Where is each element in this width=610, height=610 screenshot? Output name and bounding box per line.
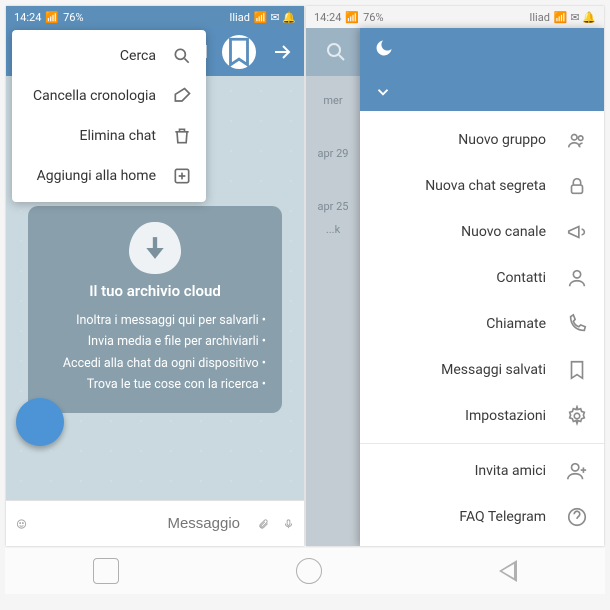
drawer-list: Nuovo gruppo Nuova chat segreta Nuovo ca…: [360, 111, 604, 546]
menu-label: Cerca: [120, 48, 156, 64]
phone-icon: [566, 313, 588, 335]
person-add-icon: [566, 460, 588, 482]
drawer-label: Contatti: [496, 270, 546, 286]
status-battery: 76%: [63, 11, 83, 24]
drawer-new-group[interactable]: Nuovo gruppo: [360, 117, 604, 163]
status-carrier: Iliad: [229, 11, 250, 24]
drawer-saved-messages[interactable]: Messaggi salvati: [360, 347, 604, 393]
help-icon: [566, 506, 588, 528]
nav-back[interactable]: [499, 560, 517, 582]
menu-label: Elimina chat: [79, 128, 156, 144]
overflow-menu: Cerca Cancella cronologia Elimina chat A…: [12, 30, 206, 202]
menu-search[interactable]: Cerca: [12, 36, 206, 76]
person-icon: [566, 267, 588, 289]
group-icon: [566, 129, 588, 151]
navigation-drawer: Nuovo gruppo Nuova chat segreta Nuovo ca…: [360, 28, 604, 546]
menu-clear-history[interactable]: Cancella cronologia: [12, 76, 206, 116]
menu-delete-chat[interactable]: Elimina chat: [12, 116, 206, 156]
mic-icon[interactable]: [283, 513, 294, 535]
drawer-calls[interactable]: Chiamate: [360, 301, 604, 347]
saved-messages-avatar[interactable]: [222, 35, 256, 69]
cloud-info-card: Il tuo archivio cloud Inoltra i messaggi…: [28, 206, 282, 413]
lock-icon: [566, 175, 588, 197]
drawer-label: Impostazioni: [465, 408, 546, 424]
drawer-label: FAQ Telegram: [459, 509, 546, 525]
drawer-header: [360, 28, 604, 111]
status-bar: 14:24 📶 76% Iliad 📶 ✉ 🔔: [6, 6, 304, 28]
drawer-label: Chiamate: [486, 316, 546, 332]
cloud-item: Inoltra i messaggi qui per salvarli: [44, 310, 266, 331]
cloud-download-icon: [129, 222, 181, 274]
broom-icon: [172, 86, 192, 106]
drawer-new-channel[interactable]: Nuovo canale: [360, 209, 604, 255]
status-carrier: Iliad: [529, 11, 550, 24]
menu-label: Cancella cronologia: [33, 88, 156, 104]
android-nav-bar: [5, 548, 605, 594]
chat-snippet: k...: [326, 223, 340, 236]
date-label: 25 apr: [318, 200, 349, 213]
drawer-secret-chat[interactable]: Nuova chat segreta: [360, 163, 604, 209]
drawer-label: Nuova chat segreta: [425, 178, 546, 194]
chat-list-dates: mer 29 apr 25 apr k...: [306, 28, 360, 546]
message-input[interactable]: [41, 515, 244, 532]
trash-icon: [172, 126, 192, 146]
moon-icon[interactable]: [374, 38, 394, 58]
date-label: 29 apr: [318, 147, 349, 160]
cloud-title: Il tuo archivio cloud: [44, 282, 266, 300]
phone-left: 14:24 📶 76% Iliad 📶 ✉ 🔔 M: [6, 6, 304, 546]
menu-label: Aggiungi alla home: [37, 168, 156, 184]
status-battery: 76%: [363, 11, 383, 24]
drawer-label: Invita amici: [475, 463, 546, 479]
menu-add-home[interactable]: Aggiungi alla home: [12, 156, 206, 196]
search-icon: [172, 46, 192, 66]
drawer-contacts[interactable]: Contatti: [360, 255, 604, 301]
add-home-icon: [172, 166, 192, 186]
drawer-settings[interactable]: Impostazioni: [360, 393, 604, 439]
compose-fab[interactable]: [16, 398, 64, 446]
date-label: mer: [323, 94, 342, 107]
nav-home[interactable]: [296, 558, 322, 584]
nav-recents[interactable]: [93, 558, 119, 584]
bookmark-icon: [566, 359, 588, 381]
message-input-bar: [6, 500, 304, 546]
cloud-item: Invia media e file per archiviarli: [44, 331, 266, 352]
cloud-item: Accedi alla chat da ogni dispositivo: [44, 353, 266, 374]
back-icon[interactable]: [270, 40, 294, 64]
drawer-label: Nuovo canale: [461, 224, 546, 240]
status-time: 14:24: [314, 11, 341, 24]
status-time: 14:24: [14, 11, 41, 24]
phone-right: 14:24 📶 76% Iliad 📶 ✉ 🔔 mer 29 apr 25 ap…: [306, 6, 604, 546]
divider: [360, 443, 604, 444]
status-bar: 14:24 📶 76% Iliad 📶 ✉ 🔔: [306, 6, 604, 28]
drawer-invite[interactable]: Invita amici: [360, 448, 604, 494]
attach-icon[interactable]: [258, 513, 269, 535]
drawer-faq[interactable]: FAQ Telegram: [360, 494, 604, 540]
drawer-label: Messaggi salvati: [441, 362, 546, 378]
cloud-item: Trova le tue cose con la ricerca: [44, 374, 266, 395]
chevron-down-icon[interactable]: [374, 83, 392, 101]
emoji-icon[interactable]: [16, 513, 27, 535]
gear-icon: [566, 405, 588, 427]
megaphone-icon: [566, 221, 588, 243]
drawer-label: Nuovo gruppo: [458, 132, 546, 148]
